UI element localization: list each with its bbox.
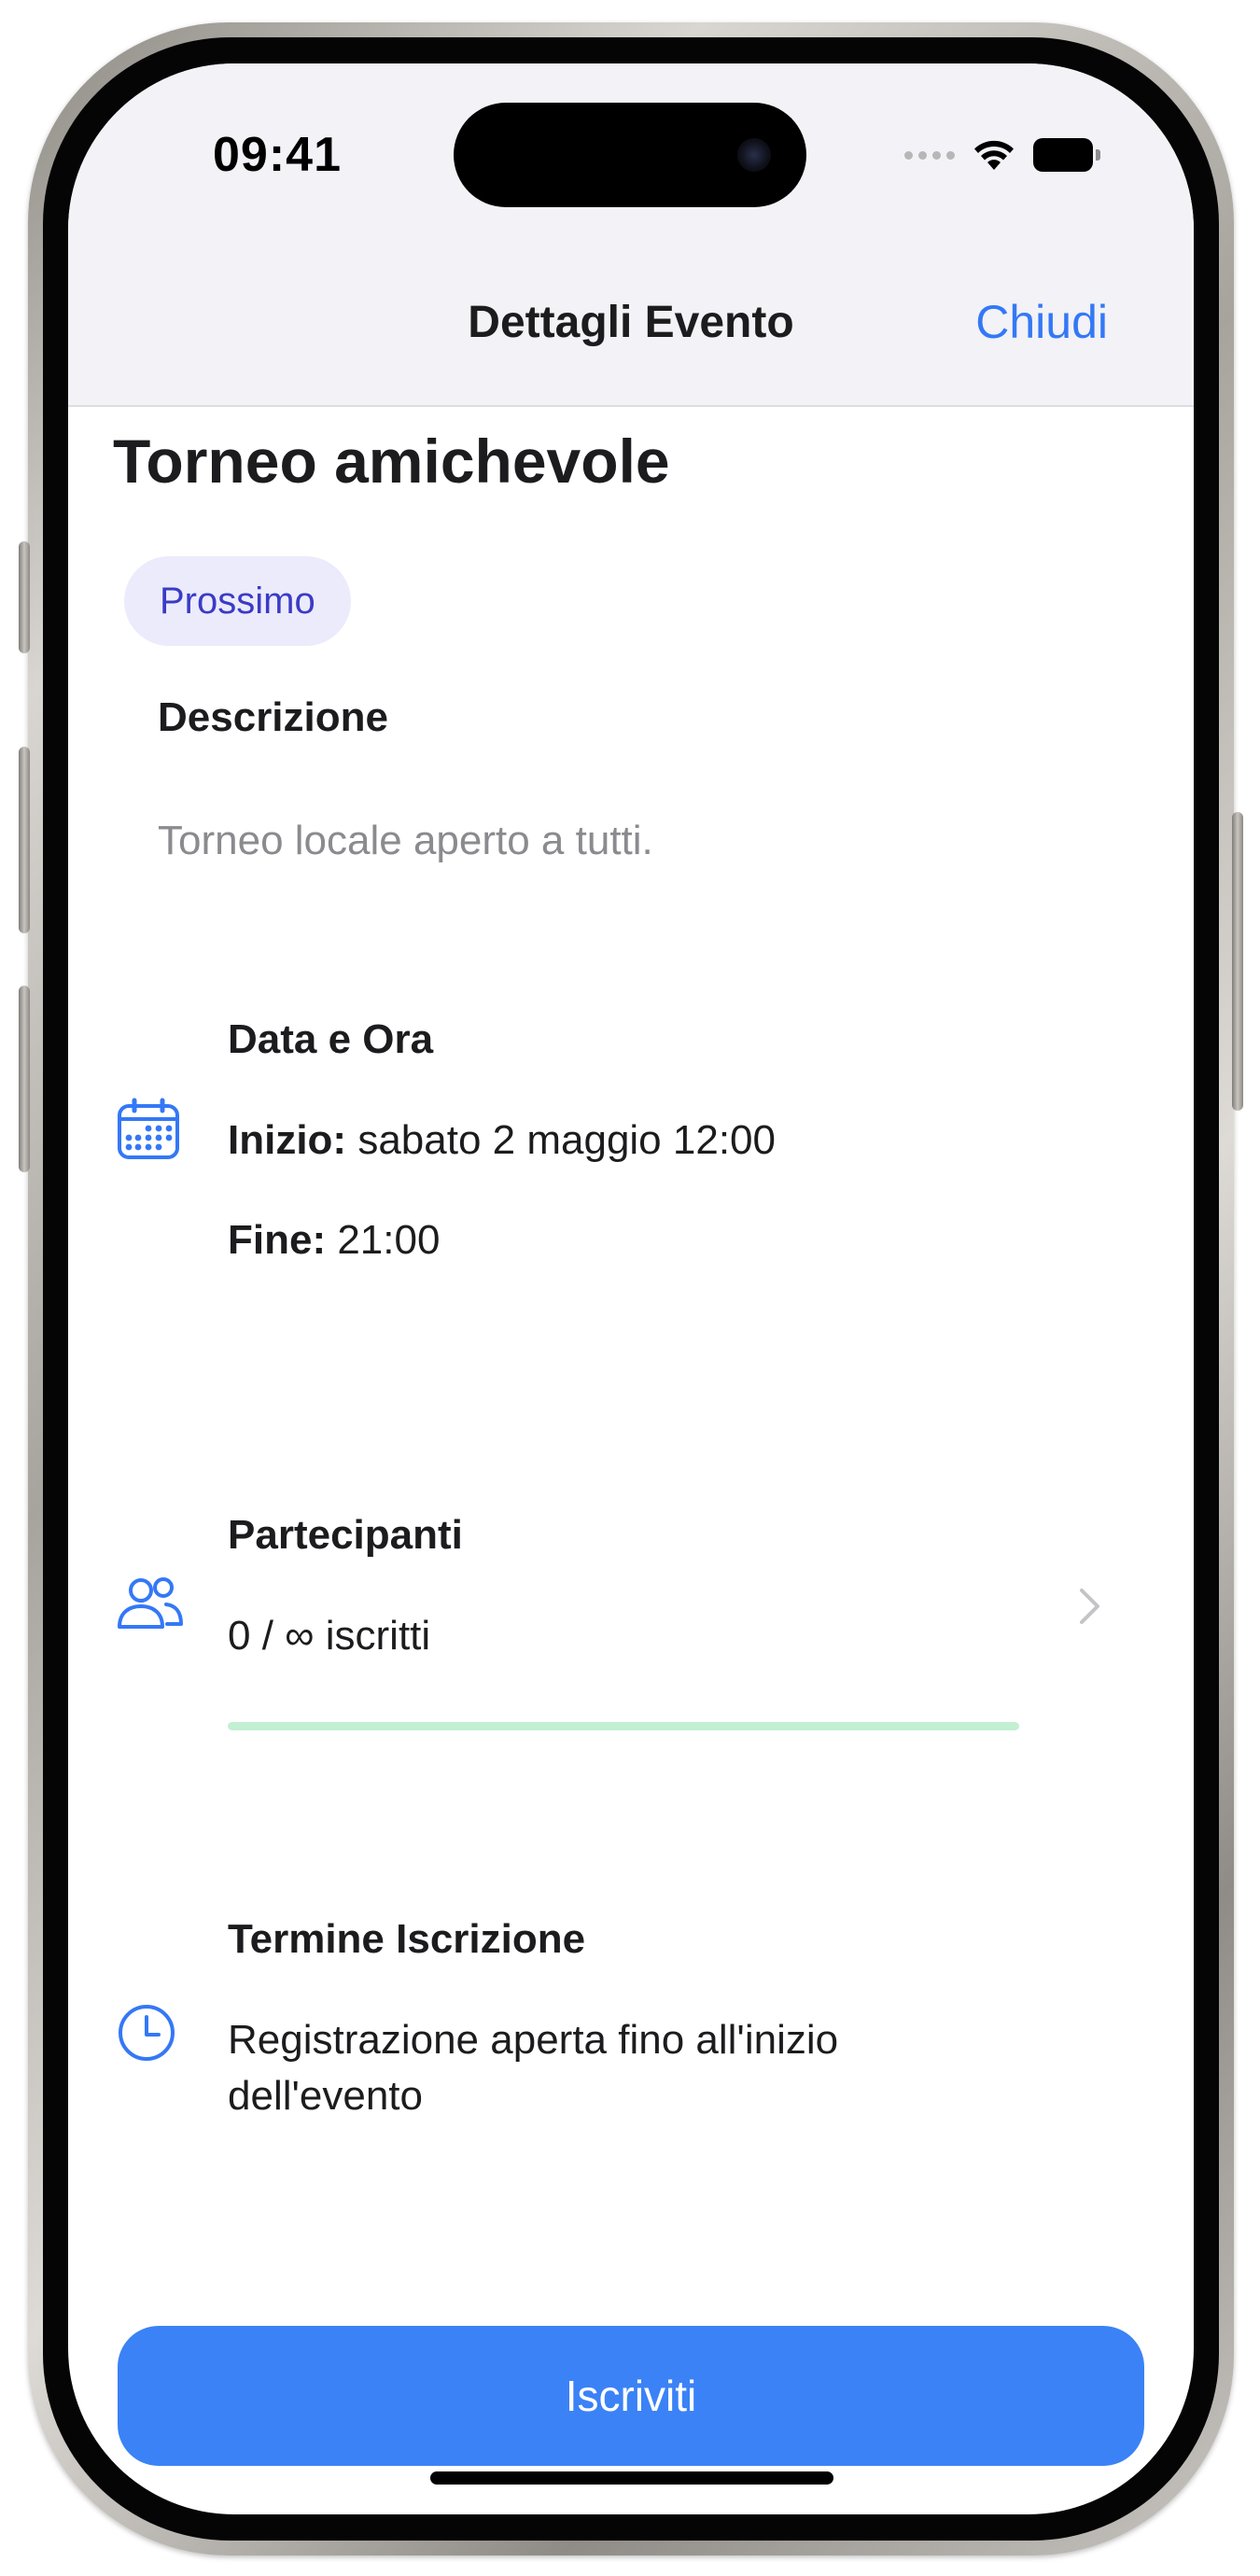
people-icon	[118, 1577, 183, 1629]
chevron-right-icon[interactable]	[1078, 1587, 1102, 1626]
screen: 09:41 Dettagli Evento Chiudi Torneo amic…	[68, 63, 1194, 2514]
action-button	[19, 541, 30, 653]
description-text: Torneo locale aperto a tutti.	[158, 818, 653, 863]
close-button[interactable]: Chiudi	[975, 295, 1108, 349]
end-value: 21:00	[326, 1217, 441, 1263]
participants-count: 0 / ∞ iscritti	[228, 1613, 431, 1659]
home-indicator	[430, 2471, 833, 2485]
participants-label: Partecipanti	[228, 1512, 463, 1558]
wifi-icon	[974, 140, 1014, 170]
register-button-label: Iscriviti	[565, 2372, 697, 2420]
description-label: Descrizione	[158, 694, 388, 740]
participants-progress-fill	[228, 1722, 1019, 1730]
deadline-text-line2: dell'evento	[228, 2073, 423, 2119]
clock-icon	[119, 2005, 175, 2061]
start-row: Inizio: sabato 2 maggio 12:00	[228, 1117, 776, 1164]
battery-icon	[1033, 138, 1100, 172]
participants-progress-bar	[228, 1722, 1019, 1730]
deadline-text-line1: Registrazione aperta fino all'inizio	[228, 2017, 839, 2063]
status-badge: Prossimo	[124, 556, 351, 646]
dynamic-island	[454, 103, 806, 207]
deadline-label: Termine Iscrizione	[228, 1916, 586, 1962]
volume-down-button	[19, 986, 30, 1172]
start-label: Inizio:	[228, 1117, 347, 1163]
calendar-icon	[118, 1098, 179, 1159]
start-value: sabato 2 maggio 12:00	[346, 1117, 776, 1163]
status-time: 09:41	[213, 128, 342, 182]
end-label: Fine:	[228, 1217, 327, 1263]
event-title: Torneo amichevole	[113, 427, 670, 496]
cellular-signal-icon	[904, 150, 955, 160]
camera-icon	[737, 138, 771, 172]
end-row: Fine: 21:00	[228, 1217, 440, 1264]
power-button	[1232, 812, 1243, 1111]
volume-up-button	[19, 747, 30, 933]
status-icons	[904, 136, 1100, 174]
register-button[interactable]: Iscriviti	[118, 2326, 1144, 2466]
navigation-header: 09:41 Dettagli Evento Chiudi	[68, 63, 1194, 407]
datetime-label: Data e Ora	[228, 1016, 434, 1062]
status-badge-label: Prossimo	[160, 580, 315, 622]
